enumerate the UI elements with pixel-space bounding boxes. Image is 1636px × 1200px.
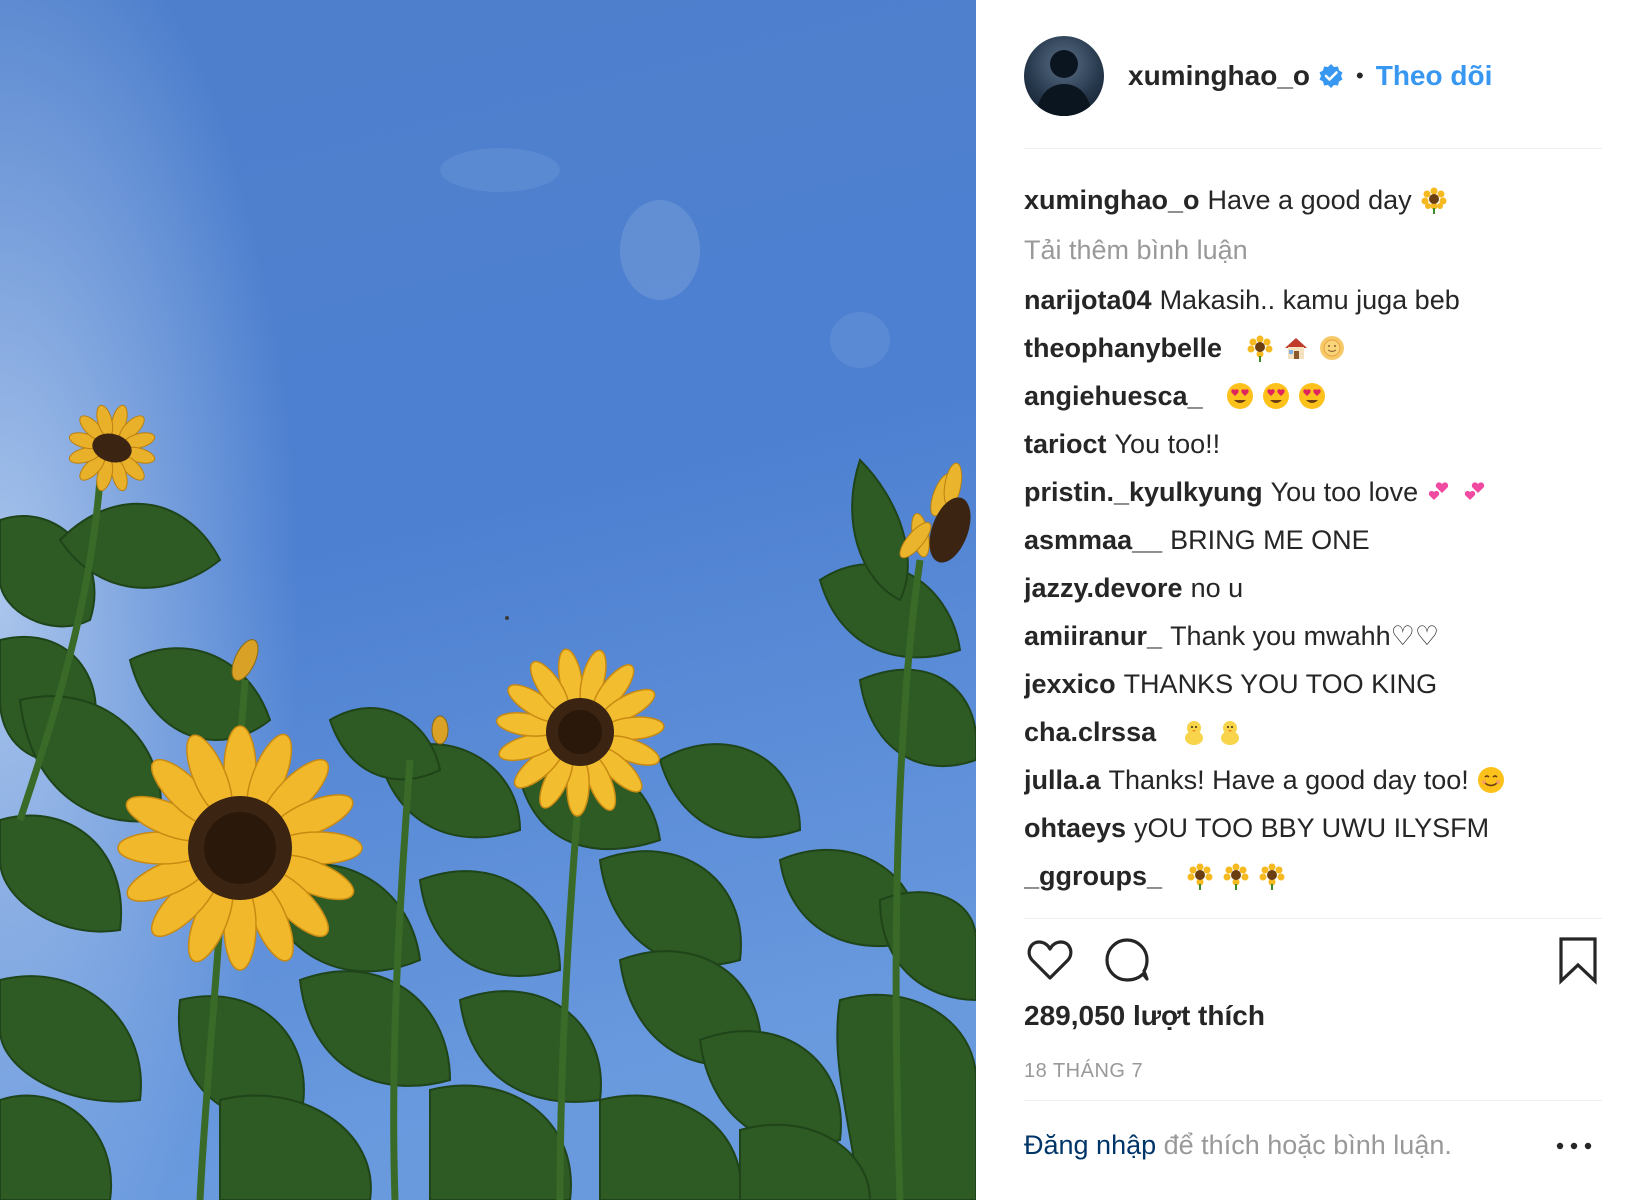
chick-emoji-icon: [1180, 713, 1208, 745]
header-divider: [1024, 148, 1602, 149]
comment-row: angiehuesca_: [1024, 372, 1602, 420]
comment-row: _ggroups_: [1024, 852, 1602, 900]
comment-row: tarioct You too!!: [1024, 420, 1602, 468]
sunflower-emoji-icon: [1420, 181, 1448, 214]
comment-row: pristin._kyulkyung You too love: [1024, 468, 1602, 516]
post-details-panel: xuminghao_o • Theo dõi xuminghao_o Have a…: [976, 0, 1636, 1200]
separator-dot: •: [1356, 63, 1364, 88]
comment-username[interactable]: cha.clrssa: [1024, 717, 1156, 747]
comment-text: You too!!: [1114, 429, 1221, 459]
sun-face-emoji-icon: [1318, 329, 1346, 360]
comment-username[interactable]: theophanybelle: [1024, 333, 1222, 363]
post-date[interactable]: 18 THÁNG 7: [1024, 1060, 1143, 1083]
comment-username[interactable]: julla.a: [1024, 765, 1101, 795]
two-hearts-emoji-icon: [1462, 473, 1490, 501]
footer-divider: [1024, 1100, 1602, 1101]
heart-eyes-emoji-icon: [1262, 377, 1290, 409]
heart-icon[interactable]: [1024, 934, 1076, 986]
comment-username[interactable]: _ggroups_: [1024, 861, 1162, 891]
sunflowers-photo: [0, 0, 976, 1200]
chick-emoji-icon: [1216, 713, 1244, 745]
sunflower-emoji-icon: [1258, 857, 1286, 890]
smiling-face-emoji-icon: [1477, 761, 1505, 793]
follow-button[interactable]: Theo dõi: [1376, 60, 1493, 92]
comment-row: asmmaa__ BRING ME ONE: [1024, 516, 1602, 564]
comment-username[interactable]: ohtaeys: [1024, 813, 1126, 843]
comment-text: THANKS YOU TOO KING: [1123, 669, 1438, 699]
comment-row: cha.clrssa: [1024, 708, 1602, 756]
avatar[interactable]: [1024, 36, 1104, 116]
comment-text: Thanks! Have a good day too!: [1108, 765, 1469, 795]
comment-text: Thank you mwahh♡♡: [1170, 621, 1440, 651]
two-hearts-emoji-icon: [1426, 473, 1454, 501]
comment-text: Makasih.. kamu juga beb: [1159, 285, 1460, 315]
comment-row: jexxico THANKS YOU TOO KING: [1024, 660, 1602, 708]
comment-text: You too love: [1270, 477, 1419, 507]
login-prompt-text: để thích hoặc bình luận.: [1163, 1130, 1452, 1160]
post-photo[interactable]: [0, 0, 976, 1200]
comment-text: yOU TOO BBY UWU ILYSFM: [1134, 813, 1490, 843]
verified-badge-icon: [1318, 63, 1344, 89]
bookmark-icon[interactable]: [1552, 934, 1604, 986]
sunflower-large: [117, 725, 363, 971]
login-prompt: Đăng nhập để thích hoặc bình luận.: [1024, 1130, 1452, 1161]
comment-text: no u: [1190, 573, 1244, 603]
comment-bubble-icon[interactable]: [1102, 934, 1154, 986]
likes-count[interactable]: 289,050 lượt thích: [1024, 1000, 1265, 1032]
caption-username[interactable]: xuminghao_o: [1024, 185, 1200, 215]
comment-text: BRING ME ONE: [1170, 525, 1370, 555]
comment-username[interactable]: jexxico: [1024, 669, 1116, 699]
comment-row: narijota04 Makasih.. kamu juga beb: [1024, 276, 1602, 324]
comments-divider: [1024, 918, 1602, 919]
comment-username[interactable]: jazzy.devore: [1024, 573, 1183, 603]
comment-username[interactable]: pristin._kyulkyung: [1024, 477, 1263, 507]
action-bar: [1024, 934, 1602, 990]
header-username[interactable]: xuminghao_o: [1128, 60, 1310, 92]
load-more-comments[interactable]: Tải thêm bình luận: [1024, 224, 1602, 276]
heart-eyes-emoji-icon: [1226, 377, 1254, 409]
comment-username[interactable]: narijota04: [1024, 285, 1152, 315]
heart-eyes-emoji-icon: [1298, 377, 1326, 409]
login-link[interactable]: Đăng nhập: [1024, 1130, 1156, 1160]
comment-username[interactable]: amiiranur_: [1024, 621, 1162, 651]
comment-row: ohtaeys yOU TOO BBY UWU ILYSFM: [1024, 804, 1602, 852]
post-caption: xuminghao_o Have a good day: [1024, 176, 1602, 224]
comments-list[interactable]: xuminghao_o Have a good day Tải thêm bình…: [1024, 176, 1602, 916]
comment-username[interactable]: angiehuesca_: [1024, 381, 1203, 411]
comment-row: julla.a Thanks! Have a good day too!: [1024, 756, 1602, 804]
comment-row: jazzy.devore no u: [1024, 564, 1602, 612]
sunflower-emoji-icon: [1222, 857, 1250, 890]
comment-row: theophanybelle: [1024, 324, 1602, 372]
comment-username[interactable]: asmmaa__: [1024, 525, 1162, 555]
post-header: xuminghao_o • Theo dõi: [1024, 36, 1602, 116]
more-options-icon[interactable]: [1552, 1132, 1596, 1160]
comment-row: amiiranur_ Thank you mwahh♡♡: [1024, 612, 1602, 660]
sunflower-emoji-icon: [1246, 329, 1274, 362]
sunflower-emoji-icon: [1186, 857, 1214, 890]
caption-text: Have a good day: [1207, 185, 1412, 215]
house-emoji-icon: [1282, 329, 1310, 359]
comment-username[interactable]: tarioct: [1024, 429, 1107, 459]
avatar-silhouette-icon: [1036, 50, 1092, 116]
